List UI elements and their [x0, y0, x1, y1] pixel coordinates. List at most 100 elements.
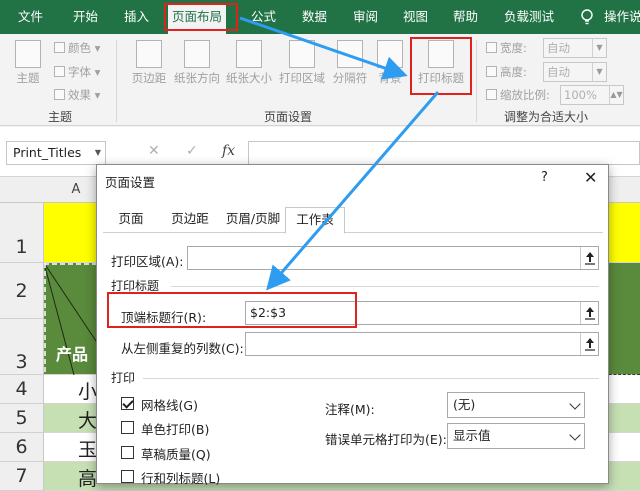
- chevron-down-icon: ▼: [592, 63, 606, 81]
- comments-label: 注释(M):: [325, 402, 375, 417]
- print-area-button[interactable]: 打印区域: [276, 40, 328, 86]
- spinner-icon: ▲▼: [609, 86, 623, 104]
- breaks-button[interactable]: 分隔符: [330, 40, 370, 86]
- range-select-icon[interactable]: [580, 247, 598, 269]
- size-label: 纸张大小: [226, 71, 272, 85]
- section-divider: [143, 378, 599, 379]
- tab-data[interactable]: 数据: [302, 0, 327, 34]
- width-value: 自动: [547, 41, 570, 55]
- section-divider: [171, 286, 599, 287]
- chevron-down-icon: [569, 398, 581, 410]
- chevron-down-icon[interactable]: ▼: [95, 142, 101, 164]
- row-col-headings-checkbox[interactable]: [121, 470, 134, 483]
- gridlines-checkbox[interactable]: [121, 397, 134, 410]
- cols-to-repeat-label: 从左侧重复的列数(C):: [121, 341, 244, 356]
- background-icon: [377, 40, 403, 68]
- draft-quality-checkbox[interactable]: [121, 446, 134, 459]
- print-area-icon: [289, 40, 315, 68]
- print-area-label: 打印区域: [279, 71, 325, 85]
- tab-formulas[interactable]: 公式: [251, 0, 276, 34]
- tab-insert[interactable]: 插入: [124, 0, 149, 34]
- fonts-button[interactable]: 字体 ▾: [54, 64, 100, 80]
- chevron-down-icon: [569, 429, 581, 441]
- group-separator: [116, 40, 117, 122]
- black-white-label: 单色打印(B): [141, 422, 210, 437]
- range-select-icon[interactable]: [580, 302, 598, 324]
- breaks-icon: [337, 40, 363, 68]
- row-header-2[interactable]: 2: [0, 263, 44, 319]
- lightbulb-icon[interactable]: [580, 9, 594, 25]
- themes-button[interactable]: 主题: [8, 40, 48, 86]
- formula-input[interactable]: [248, 141, 640, 165]
- width-dropdown[interactable]: 自动 ▼: [543, 38, 607, 58]
- colors-button[interactable]: 颜色 ▾: [54, 40, 100, 56]
- row-header-3[interactable]: 3: [0, 319, 44, 375]
- cell-a4: 小: [78, 381, 98, 403]
- cell-a6: 玉: [78, 439, 98, 461]
- tab-margins[interactable]: 页边距: [165, 207, 215, 233]
- selection-marquee: [604, 374, 640, 375]
- page-setup-group-label: 页面设置: [264, 110, 313, 124]
- row-header-1[interactable]: 1: [0, 203, 44, 263]
- fonts-label: 字体: [68, 65, 91, 79]
- size-button[interactable]: 纸张大小: [224, 40, 274, 86]
- themes-button-label: 主题: [16, 71, 40, 85]
- margins-button[interactable]: 页边距: [128, 40, 170, 86]
- tab-load-test[interactable]: 负载测试: [504, 0, 554, 34]
- height-dropdown[interactable]: 自动 ▼: [543, 62, 607, 82]
- cancel-icon[interactable]: ✕: [148, 143, 160, 159]
- tab-page[interactable]: 页面: [111, 207, 151, 233]
- range-select-icon[interactable]: [580, 333, 598, 355]
- cols-to-repeat-input[interactable]: [245, 332, 599, 356]
- size-icon: [236, 40, 262, 68]
- cell-a7: 高: [78, 468, 98, 490]
- print-titles-highlight: [410, 37, 472, 95]
- page-layout-tab-highlight: [164, 3, 238, 31]
- ribbon-tab-bar: 文件 开始 插入 页面布局 公式 数据 审阅 视图 帮助 负载测试 操作说: [0, 0, 640, 34]
- cell-errors-value: 显示值: [453, 428, 491, 443]
- cell-a5: 大: [78, 410, 98, 432]
- scale-group-label: 调整为合适大小: [504, 110, 589, 124]
- product-header-cell: 产品: [56, 345, 89, 364]
- tab-file[interactable]: 文件: [18, 0, 43, 34]
- tab-review[interactable]: 审阅: [353, 0, 378, 34]
- chevron-down-icon: ▼: [592, 39, 606, 57]
- colors-label: 颜色: [68, 41, 91, 55]
- effects-label: 效果: [68, 88, 91, 102]
- black-white-checkbox[interactable]: [121, 421, 134, 434]
- tab-sheet[interactable]: 工作表: [285, 207, 345, 234]
- orientation-label: 纸张方向: [174, 71, 220, 85]
- effects-button[interactable]: 效果 ▾: [54, 87, 100, 103]
- background-label: 背景: [378, 71, 402, 85]
- height-label-text: 高度:: [500, 65, 527, 79]
- name-box[interactable]: Print_Titles ▼: [6, 141, 106, 165]
- scale-value: 100%: [564, 88, 597, 102]
- group-separator: [476, 40, 477, 122]
- row-header-5[interactable]: 5: [0, 404, 44, 433]
- tab-view[interactable]: 视图: [403, 0, 428, 34]
- tab-home[interactable]: 开始: [73, 0, 98, 34]
- row-header-6[interactable]: 6: [0, 433, 44, 462]
- close-icon[interactable]: ✕: [584, 168, 597, 187]
- rows-to-repeat-highlight: [107, 292, 357, 328]
- breaks-label: 分隔符: [332, 71, 368, 85]
- help-button[interactable]: ?: [541, 170, 548, 185]
- row-col-headings-label: 行和列标题(L): [141, 471, 221, 486]
- gridlines-label: 网格线(G): [141, 398, 198, 413]
- background-button[interactable]: 背景: [374, 40, 406, 86]
- print-area-input[interactable]: [187, 246, 599, 270]
- tab-tell-me[interactable]: 操作说: [604, 0, 640, 34]
- comments-value: (无): [453, 397, 476, 412]
- cell-errors-select[interactable]: 显示值: [447, 423, 585, 449]
- row-header-7[interactable]: 7: [0, 462, 44, 491]
- orientation-button[interactable]: 纸张方向: [172, 40, 222, 86]
- enter-icon[interactable]: ✓: [186, 143, 198, 159]
- scale-spinner[interactable]: 100% ▲▼: [560, 85, 624, 105]
- row-header-4[interactable]: 4: [0, 375, 44, 404]
- tab-help[interactable]: 帮助: [453, 0, 478, 34]
- tab-header-footer[interactable]: 页眉/页脚: [221, 207, 285, 233]
- insert-function-button[interactable]: fx: [222, 143, 235, 159]
- comments-select[interactable]: (无): [447, 392, 585, 418]
- fonts-icon: [54, 66, 65, 77]
- themes-group-label: 主题: [48, 110, 73, 124]
